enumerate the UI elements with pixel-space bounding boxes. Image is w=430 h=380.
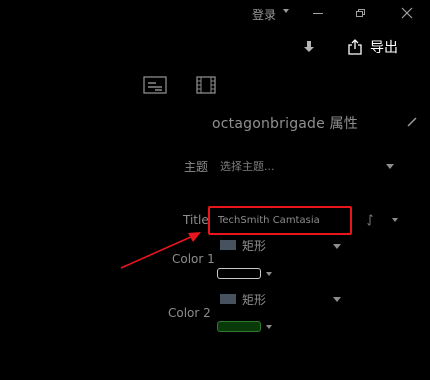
color1-shape-swatch [220,240,236,250]
annotation-highlight-box [208,206,352,235]
color1-swatch[interactable] [217,268,261,279]
color1-shape-label: 矩形 [242,238,267,253]
properties-title: octagonbrigade 属性 [212,116,359,132]
properties-window: 登录 导出 octagonbrigade 属性 主题 选择主题... Title… [0,0,430,380]
film-icon[interactable] [196,76,216,94]
close-icon[interactable] [401,7,413,19]
color1-swatch-caret-icon[interactable] [266,272,272,276]
chevron-down-icon[interactable] [333,297,341,302]
color1-shape-select[interactable]: 矩形 [220,236,266,254]
download-icon[interactable] [303,40,315,54]
export-button[interactable]: 导出 [348,36,398,58]
color1-label: Color 1 [172,252,215,266]
color2-swatch[interactable] [217,321,261,332]
color2-label: Color 2 [168,306,211,320]
edit-pencil-icon[interactable] [407,117,417,127]
font-dropdown-caret-icon[interactable] [392,218,398,222]
title-label: Title [183,213,209,227]
font-style-icon[interactable] [365,214,377,226]
color2-shape-swatch [220,294,236,304]
share-icon [348,39,362,55]
theme-select[interactable]: 选择主题... [216,156,398,176]
restore-icon[interactable] [356,9,365,17]
color2-shape-label: 矩形 [242,292,267,307]
minimize-icon[interactable] [313,13,323,14]
theme-select-placeholder: 选择主题... [220,160,275,173]
chevron-down-icon [386,164,394,169]
export-label: 导出 [370,40,398,56]
color2-shape-select[interactable]: 矩形 [220,290,266,308]
color2-swatch-caret-icon[interactable] [266,325,272,329]
login-dropdown-caret-icon[interactable] [283,9,289,13]
login-label[interactable]: 登录 [252,6,276,23]
chevron-down-icon[interactable] [333,244,341,249]
captions-icon[interactable] [143,76,167,94]
theme-label: 主题 [184,160,209,174]
